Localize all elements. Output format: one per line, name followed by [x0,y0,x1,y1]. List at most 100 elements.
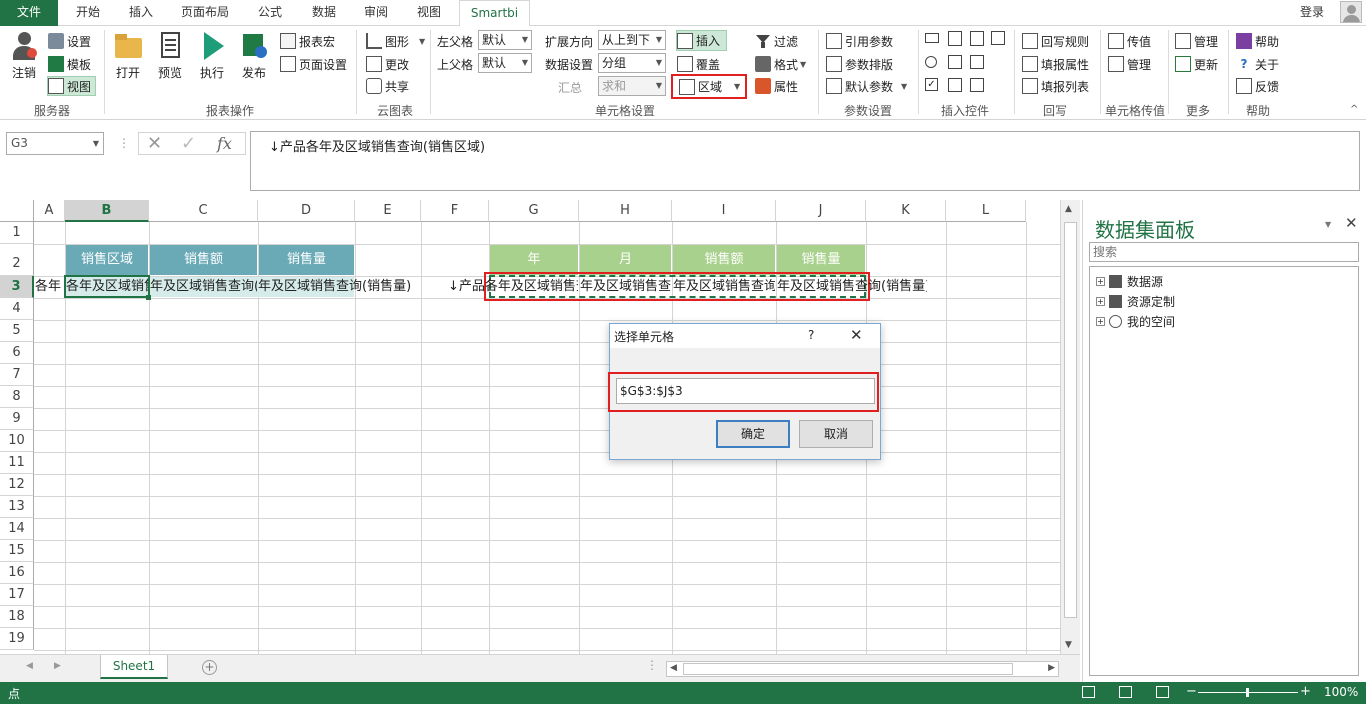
tab-file[interactable]: 文件 [0,0,58,26]
change-chart-button[interactable]: 更改 [366,54,409,74]
left-parent-select[interactable]: 默认 ▼ [478,30,532,50]
label-control-icon[interactable] [970,78,984,92]
select-all-corner[interactable] [0,200,34,222]
zoom-in-icon[interactable]: + [1300,684,1311,699]
row-header-13[interactable]: 13 [0,496,34,518]
property-button[interactable]: 属性 [755,76,798,96]
dialog-help-icon[interactable]: ? [808,328,814,342]
tab-data[interactable]: 数据 [302,0,346,26]
column-header-c[interactable]: C [149,200,258,222]
row-header-4[interactable]: 4 [0,298,34,320]
tree-item-datasource[interactable]: + 数据源 [1096,273,1163,290]
hscroll-thumb[interactable] [683,663,1013,675]
row-header-7[interactable]: 7 [0,364,34,386]
about-button[interactable]: ? 关于 [1236,54,1280,74]
param-layout-button[interactable]: 参数排版 [826,54,893,74]
user-avatar-icon[interactable] [1340,1,1362,23]
zoom-slider-thumb[interactable] [1246,688,1249,697]
region-button[interactable]: 区域 ▼ [671,74,747,99]
template-button[interactable]: 模板 [48,54,91,74]
insert-mode-button[interactable]: 插入 [676,30,728,51]
top-parent-select[interactable]: 默认 ▼ [478,53,532,73]
tab-view[interactable]: 视图 [407,0,451,26]
column-header-l[interactable]: L [946,200,1026,222]
next-sheet-icon[interactable]: ▶ [54,661,61,671]
expand-icon[interactable]: + [1096,277,1105,286]
fill-property-button[interactable]: 填报属性 [1022,54,1089,74]
row-header-10[interactable]: 10 [0,430,34,452]
row-header-5[interactable]: 5 [0,320,34,342]
combo-control-icon[interactable] [948,55,962,69]
dialog-close-icon[interactable]: ✕ [850,326,863,344]
format-button[interactable]: 格式 ▼ [755,54,806,74]
login-link[interactable]: 登录 [1300,0,1324,24]
tree-item-myspace[interactable]: + 我的空间 [1096,313,1175,330]
row-header-12[interactable]: 12 [0,474,34,496]
textbox-control-icon[interactable] [925,33,939,43]
listbox-control-icon[interactable] [948,31,962,46]
data-setting-select[interactable]: 分组 ▼ [598,53,666,73]
sheet-bar-splitter-icon[interactable]: ⋮ [646,658,658,672]
horizontal-scrollbar[interactable]: ◀ ▶ [666,661,1059,677]
table1-header-region[interactable]: 销售区域 [66,245,148,275]
fx-icon[interactable]: fx [217,134,232,153]
cell-range-input[interactable] [616,378,875,404]
grid-control-icon[interactable] [948,78,962,92]
row-header-3[interactable]: 3 [0,276,34,298]
view-button[interactable]: 视图 [47,76,97,96]
ref-param-button[interactable]: 引用参数 [826,31,893,51]
normal-view-icon[interactable] [1082,686,1095,698]
share-button[interactable]: 共享 [366,76,409,96]
panel-options-icon[interactable]: ▼ [1325,220,1331,229]
writeback-rule-button[interactable]: 回写规则 [1022,31,1089,51]
row-header-14[interactable]: 14 [0,518,34,540]
scroll-left-icon[interactable]: ◀ [670,663,677,673]
tab-page-layout[interactable]: 页面布局 [172,0,238,26]
scroll-down-icon[interactable]: ▼ [1065,640,1072,650]
settings-button[interactable]: 设置 [48,31,91,51]
column-header-a[interactable]: A [34,200,65,222]
table2-header-sales[interactable]: 销售额 [673,245,775,275]
row-header-2[interactable]: 2 [0,244,34,276]
filter-button[interactable]: 过滤 [755,31,798,51]
name-box[interactable]: G3 ▼ [6,132,104,155]
table2-header-quantity[interactable]: 销售量 [777,245,865,275]
logout-button[interactable]: 注销 [6,30,42,81]
fill-list-button[interactable]: 填报列表 [1022,76,1089,96]
execute-button[interactable]: 执行 [194,30,230,81]
vertical-scrollbar[interactable]: ▲ ▼ [1060,200,1080,654]
default-param-button[interactable]: 默认参数 ▼ [826,76,907,96]
open-button[interactable]: 打开 [110,30,146,81]
tab-insert[interactable]: 插入 [117,0,165,26]
report-macro-button[interactable]: 报表宏 [280,31,335,51]
tab-home[interactable]: 开始 [64,0,112,26]
column-header-e[interactable]: E [355,200,421,222]
row-header-18[interactable]: 18 [0,606,34,628]
cancel-button[interactable]: 取消 [799,420,873,448]
page-break-view-icon[interactable] [1156,686,1169,698]
preview-button[interactable]: 预览 [152,30,188,81]
formula-input[interactable]: ↓产品各年及区域销售查询(销售区域) [250,131,1360,191]
add-sheet-icon[interactable]: + [202,660,217,675]
more-manage-button[interactable]: 管理 [1175,31,1218,51]
collapse-ribbon-icon[interactable]: ^ [1350,104,1358,115]
close-panel-icon[interactable]: ✕ [1345,214,1358,232]
column-header-j[interactable]: J [776,200,866,222]
spreadsheet-grid[interactable]: A B C D E F G H I J K L 1 2 3 4 5 6 7 8 … [0,200,1060,654]
row-header-6[interactable]: 6 [0,342,34,364]
sheet-tab-sheet1[interactable]: Sheet1 [100,655,168,679]
table1-header-sales[interactable]: 销售额 [150,245,257,275]
column-header-g[interactable]: G [489,200,579,222]
tree-control-icon[interactable] [970,55,984,69]
column-header-d[interactable]: D [258,200,355,222]
feedback-button[interactable]: 反馈 [1236,76,1279,96]
update-button[interactable]: 更新 [1175,54,1218,74]
row-header-15[interactable]: 15 [0,540,34,562]
column-header-i[interactable]: I [672,200,776,222]
table2-header-year[interactable]: 年 [490,245,578,275]
page-layout-view-icon[interactable] [1119,686,1132,698]
tree-item-resource[interactable]: + 资源定制 [1096,293,1175,310]
publish-button[interactable]: 发布 [236,30,272,81]
row-header-17[interactable]: 17 [0,584,34,606]
tab-review[interactable]: 审阅 [354,0,398,26]
